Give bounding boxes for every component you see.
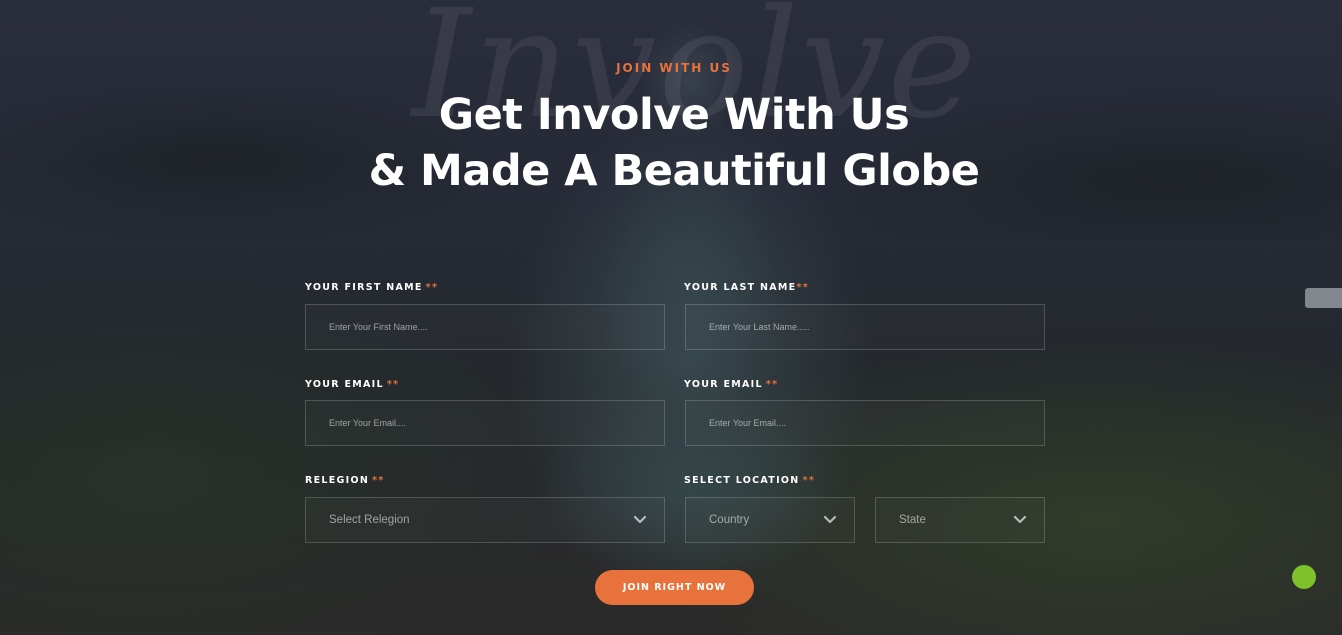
last-name-input[interactable]	[685, 304, 1045, 350]
first-name-input[interactable]	[305, 304, 665, 350]
required-mark: **	[796, 282, 809, 293]
chevron-down-icon	[633, 515, 647, 524]
location-label: SELECT LOCATION **	[684, 475, 815, 486]
required-mark: **	[765, 379, 779, 390]
section-title-line1: Get Involve With Us	[438, 90, 910, 140]
join-button[interactable]: JOIN RIGHT NOW	[595, 570, 754, 605]
state-select-value: State	[899, 514, 926, 526]
country-select-value: Country	[709, 514, 750, 526]
chevron-down-icon	[823, 515, 837, 524]
email-input-2[interactable]	[685, 400, 1045, 446]
religion-select-value: Select Relegion	[329, 514, 410, 526]
side-widget[interactable]	[1305, 288, 1342, 308]
chevron-down-icon	[1013, 515, 1027, 524]
religion-label-text: RELEGION	[305, 475, 370, 486]
last-name-label: YOUR LAST NAME**	[684, 282, 809, 293]
join-section: JOIN WITH US Get Involve With Us & Made …	[0, 0, 1342, 635]
religion-label: RELEGION **	[305, 475, 385, 486]
first-name-label-text: YOUR FIRST NAME	[305, 282, 423, 293]
state-select[interactable]: State	[875, 497, 1045, 543]
email-label: YOUR EMAIL **	[305, 379, 399, 390]
required-mark: **	[425, 282, 439, 293]
required-mark: **	[802, 475, 816, 486]
chat-dot-icon[interactable]	[1292, 565, 1316, 589]
location-label-text: SELECT LOCATION	[684, 475, 800, 486]
first-name-label: YOUR FIRST NAME **	[305, 282, 438, 293]
required-mark: **	[386, 379, 400, 390]
last-name-label-text: YOUR LAST NAME	[684, 282, 797, 293]
section-title-line2: & Made A Beautiful Globe	[368, 146, 980, 196]
email-input[interactable]	[305, 400, 665, 446]
religion-select[interactable]: Select Relegion	[305, 497, 665, 543]
country-select[interactable]: Country	[685, 497, 855, 543]
required-mark: **	[372, 475, 385, 486]
email-label-2-text: YOUR EMAIL	[684, 379, 763, 390]
email-label-2: YOUR EMAIL **	[684, 379, 778, 390]
email-label-text: YOUR EMAIL	[305, 379, 384, 390]
section-eyebrow: JOIN WITH US	[616, 61, 732, 75]
